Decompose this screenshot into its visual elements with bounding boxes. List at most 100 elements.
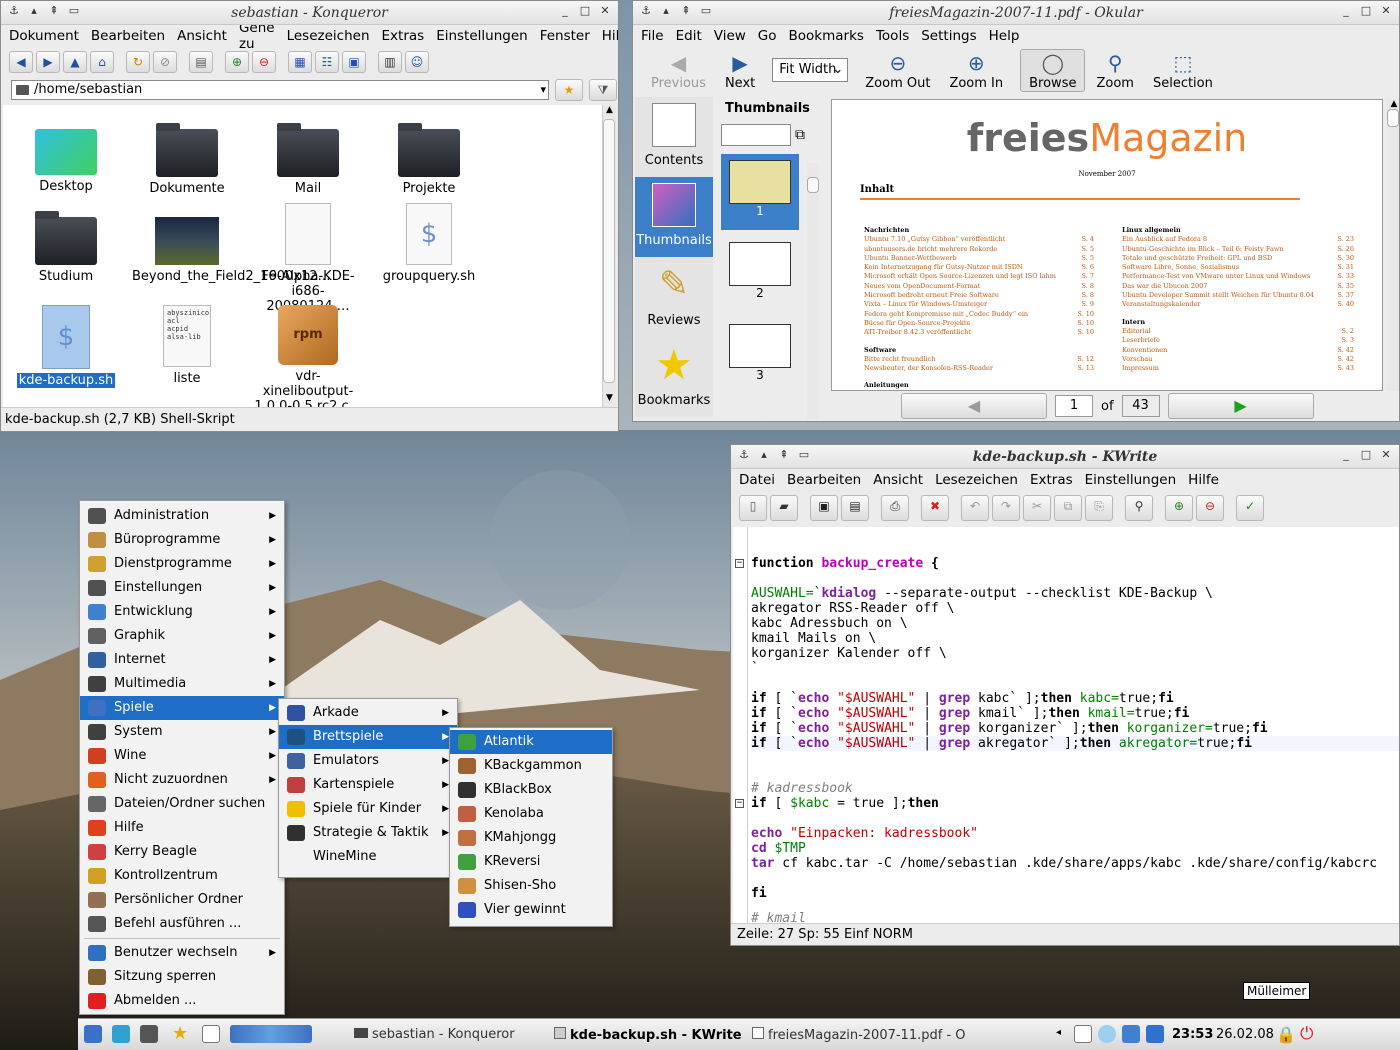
menu-lesezeichen[interactable]: Lesezeichen (283, 28, 378, 44)
toc-title[interactable]: Newsbeuter, der Konsolen-RSS-Reader (864, 364, 993, 373)
toc-title[interactable]: Neues vom OpenDocument-Format (864, 282, 980, 291)
kmenu-büroprogramme[interactable]: Büroprogramme ▶ (80, 528, 284, 552)
toc-title[interactable]: Ubuntu-Geschichte im Blick – Teil 6: Fei… (1122, 245, 1284, 254)
zoom-in-icon[interactable]: ⊕ (1165, 495, 1193, 521)
document-icon[interactable] (202, 1025, 220, 1043)
minimize-icon[interactable]: _ (1339, 4, 1353, 18)
file-item[interactable]: Dokumente (127, 123, 247, 196)
file-item[interactable]: F9-Alpha-KDE-i686-20080124.… (248, 203, 368, 314)
menu-help[interactable]: Help (985, 28, 1028, 44)
sidebar-item-thumbnails[interactable]: Thumbnails (635, 177, 713, 257)
games-emulators[interactable]: Emulators ▶ (279, 749, 457, 773)
file-item[interactable]: Mail (248, 123, 368, 196)
toc-title[interactable]: Leserbriefe (1122, 336, 1160, 345)
save-icon[interactable]: ▣ (810, 495, 838, 521)
toc-title[interactable]: Konventionen (1122, 346, 1167, 355)
new-document-icon[interactable]: ▯ (739, 495, 767, 521)
next-button[interactable]: ▶ Next (717, 50, 763, 91)
zoom-out-icon[interactable]: ⊖ (252, 51, 276, 73)
selection-button[interactable]: ⬚ Selection (1145, 50, 1221, 91)
minimize-icon[interactable]: _ (558, 4, 572, 18)
toc-title[interactable]: Microsoft bedroht erneut Freie Software (864, 291, 999, 300)
zoom-select[interactable]: Fit Width ⌄ (772, 58, 849, 82)
icon-view-icon[interactable]: ▦ (288, 51, 312, 73)
board-kreversi[interactable]: KReversi (450, 850, 612, 874)
maximize-icon[interactable]: □ (1359, 4, 1373, 18)
board-kblackbox[interactable]: KBlackBox (450, 778, 612, 802)
code-editor[interactable]: − − function backup_create { AUSWAHL=`kd… (733, 527, 1399, 926)
board-kenolaba[interactable]: Kenolaba (450, 802, 612, 826)
kmenu-kerry-beagle[interactable]: Kerry Beagle (80, 840, 284, 864)
menu-einstellungen[interactable]: Einstellungen (432, 28, 536, 44)
kmenu-abmelden[interactable]: Abmelden ... (80, 989, 284, 1013)
open-folder-icon[interactable]: ▰ (770, 495, 798, 521)
menu-bearbeiten[interactable]: Bearbeiten (87, 28, 173, 44)
kmenu-benutzer-wechseln[interactable]: Benutzer wechseln ▶ (80, 941, 284, 965)
undo-icon[interactable]: ↶ (961, 495, 989, 521)
shade-icon[interactable]: ▭ (67, 4, 81, 18)
toc-title[interactable]: Impressum (1122, 364, 1159, 373)
spellcheck-icon[interactable]: ✓ (1236, 495, 1264, 521)
close-icon[interactable]: ✕ (1379, 4, 1393, 18)
board-kbackgammon[interactable]: KBackgammon (450, 754, 612, 778)
keep-above-icon[interactable]: ⇞ (47, 4, 61, 18)
toc-title[interactable]: Ein Ausblick auf Fedora 8 (1122, 235, 1207, 244)
menu-dokument[interactable]: Dokument (5, 28, 87, 44)
file-item[interactable]: $ groupquery.sh (369, 203, 489, 284)
next-page-button[interactable]: ▶ (1167, 393, 1314, 419)
menu-lesezeichen[interactable]: Lesezeichen (931, 472, 1026, 488)
kwrite-titlebar[interactable]: ⚓ ▴ ⇞ ▭ kde-backup.sh - KWrite _ □ ✕ (731, 445, 1399, 469)
menu-ansicht[interactable]: Ansicht (173, 28, 235, 44)
toc-title[interactable]: Software Libre, Sonne, Sozialismus (1122, 263, 1239, 272)
thumbnail-search-input[interactable] (721, 124, 791, 146)
home-icon[interactable]: ⌂ (90, 51, 114, 73)
toc-title[interactable]: Fedora geht Kompromisse mit „Codec Buddy… (864, 310, 1028, 319)
toc-title[interactable]: Das war die Ubucon 2007 (1122, 282, 1207, 291)
games-strategie-taktik[interactable]: Strategie & Taktik ▶ (279, 821, 457, 845)
window-menu-icon[interactable]: ⚓ (7, 4, 21, 18)
paste-icon[interactable]: ⎘ (1085, 495, 1113, 521)
kmenu-system[interactable]: System ▶ (80, 720, 284, 744)
toc-title[interactable]: Microsoft erhält Open Source-Lizenzen un… (864, 272, 1056, 281)
update-icon[interactable] (1122, 1025, 1140, 1043)
board-vier-gewinnt[interactable]: Vier gewinnt (450, 898, 612, 922)
task-okular[interactable]: freiesMagazin-2007-11.pdf - O (752, 1027, 1042, 1043)
menu-go[interactable]: Go (754, 28, 785, 44)
download-icon[interactable] (1146, 1025, 1164, 1043)
sidebar-item-reviews[interactable]: ✎ Reviews (635, 257, 713, 337)
task-konqueror[interactable]: sebastian - Konqueror (354, 1027, 515, 1042)
user-icon[interactable]: ☺ (405, 51, 429, 73)
taskbar-arrow-icon[interactable]: ◂ (1056, 1027, 1061, 1038)
zoom-in-button[interactable]: ⊕ Zoom In (941, 50, 1011, 91)
okular-titlebar[interactable]: ⚓ ▴ ⇞ ▭ freiesMagazin-2007-11.pdf - Okul… (633, 1, 1399, 25)
menu-hilfe[interactable]: Hilfe (598, 28, 618, 44)
maximize-icon[interactable]: □ (1359, 448, 1373, 462)
fold-marker[interactable]: − (735, 559, 744, 568)
menu-settings[interactable]: Settings (917, 28, 984, 44)
toc-title[interactable]: Ubuntu Developer Summit stellt Weichen f… (1122, 291, 1314, 300)
kmenu-kontrollzentrum[interactable]: Kontrollzentrum (80, 864, 284, 888)
browse-button[interactable]: ◯ Browse (1020, 48, 1086, 92)
kmenu-multimedia[interactable]: Multimedia ▶ (80, 672, 284, 696)
games-kartenspiele[interactable]: Kartenspiele ▶ (279, 773, 457, 797)
maximize-icon[interactable]: □ (578, 4, 592, 18)
redo-icon[interactable]: ↷ (992, 495, 1020, 521)
file-item[interactable]: Desktop (6, 129, 126, 194)
file-item[interactable]: rpm vdr-xineliboutput-1.0.0-0.5.rc2.c… (248, 305, 368, 414)
lock-icon[interactable]: 🔒 (1276, 1025, 1296, 1044)
keep-above-icon[interactable]: ⇞ (679, 4, 693, 18)
shade-icon[interactable]: ▭ (797, 448, 811, 462)
window-menu-icon[interactable]: ⚓ (639, 4, 653, 18)
close-icon[interactable]: ✕ (1379, 448, 1393, 462)
toc-title[interactable]: Editorial (1122, 327, 1151, 336)
copy-icon[interactable]: ⧉ (1054, 495, 1082, 521)
previous-page-button[interactable]: ◀ (901, 393, 1047, 419)
tree-view-icon[interactable]: ☷ (315, 51, 339, 73)
toc-title[interactable]: Bitte recht freundlich (864, 355, 935, 364)
menu-tools[interactable]: Tools (872, 28, 917, 44)
kmenu-graphik[interactable]: Graphik ▶ (80, 624, 284, 648)
zoom-out-icon[interactable]: ⊖ (1196, 495, 1224, 521)
menu-fenster[interactable]: Fenster (536, 28, 598, 44)
minimize-icon[interactable]: _ (1339, 448, 1353, 462)
sticky-icon[interactable]: ▴ (757, 448, 771, 462)
